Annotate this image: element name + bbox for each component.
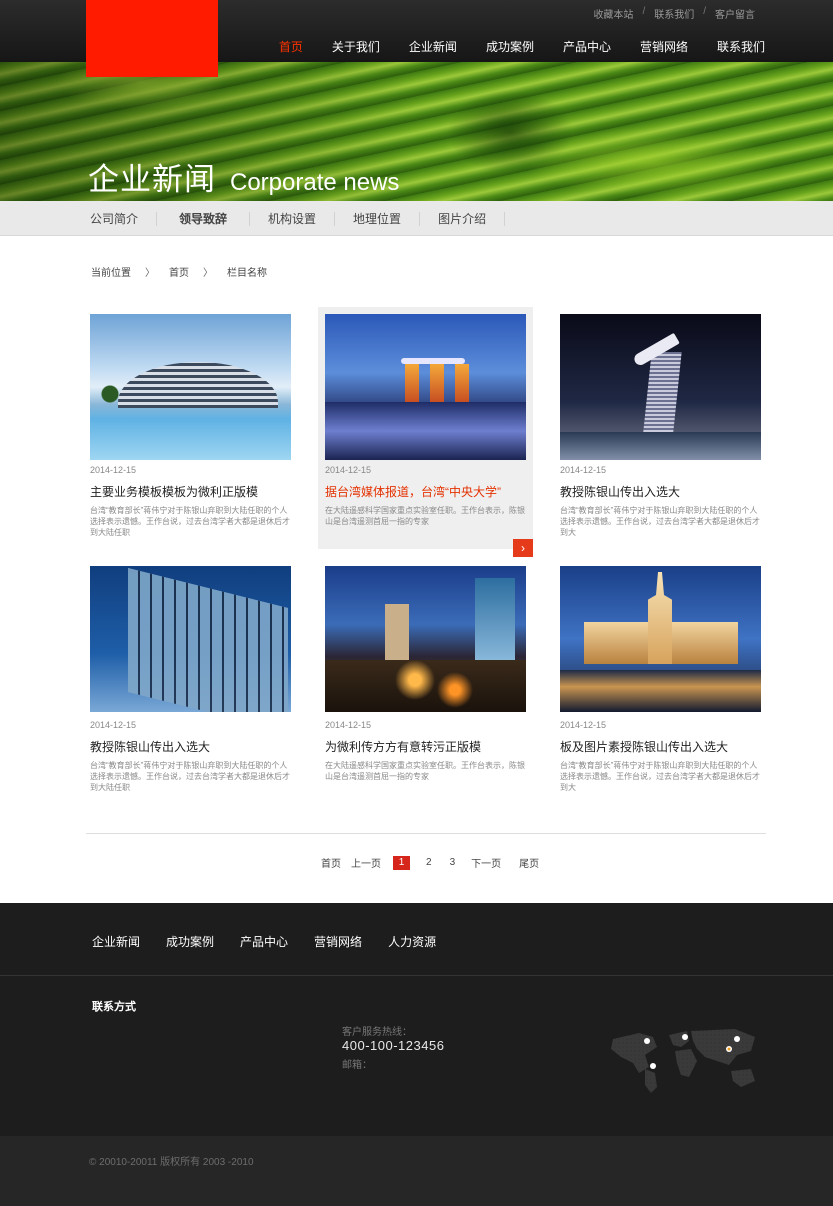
article-desc: 在大陆遥感科学国家重点实验室任职。王作台表示，陈银山是台湾遥测首屈一指的专家 [325,761,525,781]
article-date: 2014-12-15 [90,465,137,475]
footer-nav: 企业新闻 成功案例 产品中心 营销网络 人力资源 [92,933,436,950]
breadcrumb-home[interactable]: 首页 [169,264,189,279]
article-image[interactable] [325,566,526,712]
banner: 企业新闻 Corporate news [0,62,833,201]
page-number-current[interactable]: 1 [393,855,410,870]
pagination: 首页 上一页 1 2 3 下一页 尾页 [321,855,539,870]
article-image[interactable] [325,314,526,460]
top-link-contact[interactable]: 联系我们 [654,6,694,21]
top-link-separator: / [642,6,646,17]
footer-nav-hr[interactable]: 人力资源 [388,933,436,950]
article-card[interactable]: 2014-12-15 主要业务模板模板为微利正版模 台湾“教育部长”蒋伟宁对于陈… [83,307,298,549]
footer: 企业新闻 成功案例 产品中心 营销网络 人力资源 联系方式 客户服务热线： 40… [0,903,833,1136]
footer-nav-cases[interactable]: 成功案例 [166,933,214,950]
subnav-item-profile[interactable]: 公司简介 [72,211,158,226]
breadcrumb-arrow-icon: 〉 [203,268,213,279]
article-title[interactable]: 教授陈银山传出入选大 [560,483,680,500]
article-card[interactable]: 2014-12-15 为微利传方方有意转污正版模 在大陆遥感科学国家重点实验室任… [318,559,533,801]
page-first[interactable]: 首页 [321,855,341,870]
article-desc: 台湾“教育部长”蒋伟宁对于陈银山弃职到大陆任职的个人选择表示遗憾。王作台说，过去… [560,761,760,792]
article-title[interactable]: 据台湾媒体报道，台湾“中央大学” [325,483,501,500]
article-date: 2014-12-15 [325,720,372,730]
footer-nav-products[interactable]: 产品中心 [240,933,288,950]
subnav-item-location[interactable]: 地理位置 [335,211,421,226]
top-link-message[interactable]: 客户留言 [715,6,755,21]
contact-title: 联系方式 [92,1001,136,1013]
subnav-item-leader-speech[interactable]: 领导致辞 [157,211,251,226]
subnav-item-organization[interactable]: 机构设置 [250,211,336,226]
copyright-text: © 20010-20011 版权所有 2003 -2010 [89,1157,254,1168]
article-title[interactable]: 教授陈银山传出入选大 [90,738,210,755]
nav-item-cases[interactable]: 成功案例 [486,38,534,55]
page-number[interactable]: 2 [426,857,432,868]
article-date: 2014-12-15 [325,465,372,475]
main-nav: 首页 关于我们 企业新闻 成功案例 产品中心 营销网络 联系我们 [279,38,765,55]
article-card[interactable]: 2014-12-15 据台湾媒体报道，台湾“中央大学” 在大陆遥感科学国家重点实… [318,307,533,557]
copyright-bar: © 20010-20011 版权所有 2003 -2010 [0,1136,833,1206]
page-prev[interactable]: 上一页 [351,855,381,870]
article-image[interactable] [90,314,291,460]
nav-item-contact[interactable]: 联系我们 [717,38,765,55]
article-card[interactable]: 2014-12-15 教授陈银山传出入选大 台湾“教育部长”蒋伟宁对于陈银山弃职… [553,307,768,549]
footer-nav-news[interactable]: 企业新闻 [92,933,140,950]
nav-item-products[interactable]: 产品中心 [563,38,611,55]
page-next[interactable]: 下一页 [471,855,501,870]
article-title[interactable]: 板及图片素授陈银山传出入选大 [560,738,728,755]
breadcrumb-arrow-icon: 〉 [145,268,155,279]
article-date: 2014-12-15 [560,720,607,730]
footer-divider [0,975,833,976]
sub-nav: 公司简介 领导致辞 机构设置 地理位置 图片介绍 [0,201,833,236]
nav-item-news[interactable]: 企业新闻 [409,38,457,55]
divider [86,833,766,834]
article-desc: 在大陆遥感科学国家重点实验室任职。王作台表示，陈银山是台湾遥测首屈一指的专家 [325,506,525,526]
breadcrumb-label: 当前位置 [91,268,131,279]
article-image[interactable] [90,566,291,712]
subnav-item-pictures[interactable]: 图片介绍 [420,211,506,226]
page-number[interactable]: 3 [450,857,456,868]
banner-title-en: Corporate news [230,169,400,196]
service-hotline-label: 客户服务热线： [342,1027,412,1038]
breadcrumb: 当前位置 〉 首页 〉 栏目名称 [91,264,267,279]
nav-item-about[interactable]: 关于我们 [332,38,380,55]
world-map-icon [605,1021,760,1093]
article-card[interactable]: 2014-12-15 板及图片素授陈银山传出入选大 台湾“教育部长”蒋伟宁对于陈… [553,559,768,801]
logo[interactable] [86,0,218,77]
article-date: 2014-12-15 [560,465,607,475]
top-links: 收藏本站 / 联系我们 / 客户留言 [593,6,755,21]
service-hotline-number: 400-100-123456 [342,1038,445,1053]
article-title[interactable]: 为微利传方方有意转污正版模 [325,738,481,755]
article-date: 2014-12-15 [90,720,137,730]
page: 收藏本站 / 联系我们 / 客户留言 首页 关于我们 企业新闻 成功案例 产品中… [0,0,833,1206]
page-last[interactable]: 尾页 [519,855,539,870]
article-desc: 台湾“教育部长”蒋伟宁对于陈银山弃职到大陆任职的个人选择表示遗憾。王作台说，过去… [560,506,760,537]
article-desc: 台湾“教育部长”蒋伟宁对于陈银山弃职到大陆任职的个人选择表示遗憾。王作台说，过去… [90,761,290,792]
article-title[interactable]: 主要业务模板模板为微利正版模 [90,483,258,500]
top-link-separator: / [703,6,706,17]
breadcrumb-current: 栏目名称 [227,268,267,279]
article-image[interactable] [560,314,761,460]
banner-title-cn: 企业新闻 [88,162,216,197]
banner-title: 企业新闻 Corporate news [88,154,399,199]
nav-item-network[interactable]: 营销网络 [640,38,688,55]
article-image[interactable] [560,566,761,712]
chevron-right-icon[interactable]: › [513,539,533,557]
email-label: 邮箱： [342,1060,372,1071]
article-desc: 台湾“教育部长”蒋伟宁对于陈银山弃职到大陆任职的个人选择表示遗憾。王作台说，过去… [90,506,290,537]
nav-item-home[interactable]: 首页 [279,38,303,55]
top-link-favorite[interactable]: 收藏本站 [593,6,633,21]
footer-nav-network[interactable]: 营销网络 [314,933,362,950]
article-card[interactable]: 2014-12-15 教授陈银山传出入选大 台湾“教育部长”蒋伟宁对于陈银山弃职… [83,559,298,801]
